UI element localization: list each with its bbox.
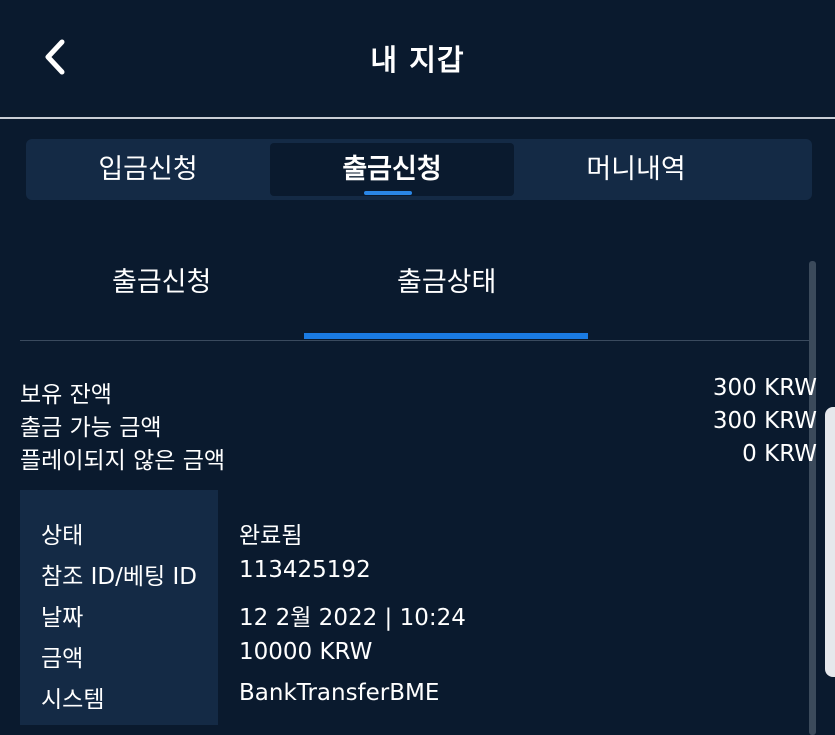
balance-value: 300 KRW <box>712 408 817 434</box>
balance-summary: 보유 잔액 300 KRW 출금 가능 금액 300 KRW 플레이되지 않은 … <box>20 375 817 474</box>
status-row-value: 완료됨 <box>239 523 303 549</box>
balance-value: 0 KRW <box>742 441 817 467</box>
balance-label: 출금 가능 금액 <box>20 415 162 441</box>
subtabs: 출금신청 출금상태 <box>20 240 815 341</box>
main-tabs: 입금신청 출금신청 머니내역 <box>26 139 812 200</box>
header: 내 지갑 <box>0 0 835 117</box>
subtab-withdraw-request[interactable]: 출금신청 <box>112 260 211 299</box>
balance-row-withdrawable: 출금 가능 금액 300 KRW <box>20 408 817 441</box>
subtab-withdraw-status[interactable]: 출금상태 <box>397 260 496 299</box>
balance-label: 보유 잔액 <box>20 382 112 408</box>
reference-id-row: 참조 ID/베팅 ID 113425192 <box>20 557 660 598</box>
active-subtab-indicator <box>304 333 588 339</box>
scrollbar[interactable] <box>809 261 816 735</box>
status-row-label: 참조 ID/베팅 ID <box>41 564 197 590</box>
status-row-value: BankTransferBME <box>239 680 440 706</box>
balance-value: 300 KRW <box>712 375 817 401</box>
subtab-divider <box>20 340 815 341</box>
status-row-label: 시스템 <box>41 687 105 713</box>
date-row: 날짜 12 2월 2022 | 10:24 <box>20 598 660 639</box>
tab-money-history[interactable]: 머니내역 <box>514 143 758 196</box>
wallet-page: 내 지갑 입금신청 출금신청 머니내역 출금신청 출금상태 보유 잔액 300 … <box>0 0 835 735</box>
system-row: 시스템 BankTransferBME <box>20 680 660 721</box>
tab-deposit-request[interactable]: 입금신청 <box>26 143 270 196</box>
balance-label: 플레이되지 않은 금액 <box>20 448 226 474</box>
status-row-value: 113425192 <box>239 557 371 583</box>
withdraw-status-table: 상태 완료됨 참조 ID/베팅 ID 113425192 날짜 12 2월 20… <box>20 490 660 725</box>
active-tab-indicator <box>364 191 412 195</box>
balance-row-held: 보유 잔액 300 KRW <box>20 375 817 408</box>
status-row-label: 금액 <box>41 646 84 672</box>
edge-panel-handle[interactable] <box>825 407 835 677</box>
header-divider <box>0 117 835 119</box>
balance-row-unplayed: 플레이되지 않은 금액 0 KRW <box>20 441 817 474</box>
status-row-label: 상태 <box>41 523 84 549</box>
status-row-label: 날짜 <box>41 605 84 631</box>
status-row-value: 12 2월 2022 | 10:24 <box>239 605 466 631</box>
tab-withdraw-request[interactable]: 출금신청 <box>270 143 514 196</box>
amount-row: 금액 10000 KRW <box>20 639 660 680</box>
status-row: 상태 완료됨 <box>20 516 660 557</box>
page-title: 내 지갑 <box>370 43 465 77</box>
status-row-value: 10000 KRW <box>239 639 373 665</box>
